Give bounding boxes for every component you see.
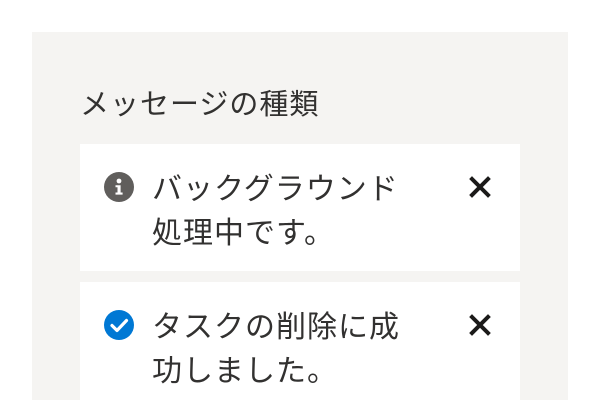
message-types-panel: メッセージの種類 バックグラウンド処理中です。 タスクの削除に成功しました。 [32,32,568,400]
close-icon [469,313,491,339]
message-text: バックグラウンド処理中です。 [152,172,399,251]
dismiss-button[interactable] [460,168,500,208]
message-bar-info: バックグラウンド処理中です。 [80,144,520,271]
dismiss-button[interactable] [460,306,500,346]
message-text: タスクの削除に成功しました。 [152,310,400,389]
close-icon [469,175,491,201]
info-icon [104,172,134,202]
panel-title: メッセージの種類 [80,87,320,121]
message-bar-success: タスクの削除に成功しました。 [80,282,520,400]
checkmark-circle-icon [104,310,134,340]
